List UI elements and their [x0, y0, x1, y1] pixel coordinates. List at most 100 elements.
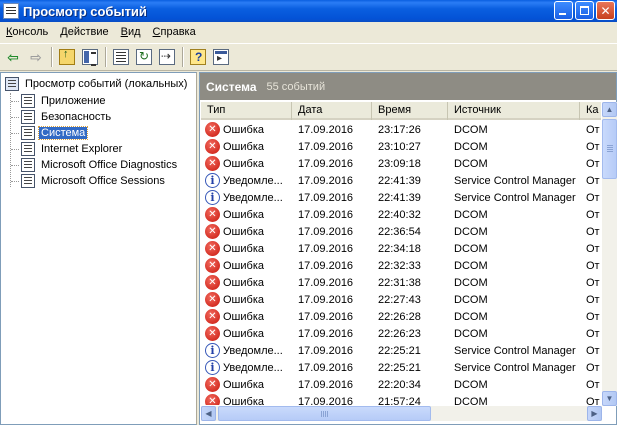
export-list-button[interactable]	[156, 46, 178, 68]
new-window-icon	[213, 49, 229, 65]
event-row[interactable]: Ошибка 17.09.2016 22:26:28 DCOM От	[201, 308, 601, 325]
chevron-down-icon: ▼	[605, 394, 614, 403]
menu-action[interactable]: Действие	[54, 22, 114, 42]
event-row[interactable]: Уведомле... 17.09.2016 22:41:39 Service Con…	[201, 172, 601, 189]
tree-root[interactable]: Просмотр событий (локальных)	[5, 76, 189, 92]
event-type-label: Ошибка	[223, 157, 264, 170]
event-row[interactable]: Ошибка 17.09.2016 22:40:32 DCOM От	[201, 206, 601, 223]
error-icon	[205, 224, 220, 239]
event-type-cell: Ошибка	[201, 326, 292, 341]
tree-item-application[interactable]: Приложение	[21, 93, 108, 109]
event-type-label: Уведомле...	[223, 361, 283, 374]
event-category-cell: От	[586, 378, 600, 391]
tree-item-office-diagnostics[interactable]: Microsoft Office Diagnostics	[21, 157, 179, 173]
tree-item-internet-explorer[interactable]: Internet Explorer	[21, 141, 124, 157]
tree-item-security[interactable]: Безопасность	[21, 109, 113, 125]
error-icon	[205, 241, 220, 256]
event-category-cell: От	[586, 225, 600, 238]
minimize-button[interactable]	[554, 1, 573, 20]
event-row[interactable]: Уведомле... 17.09.2016 22:25:21 Service Con…	[201, 342, 601, 359]
menu-console[interactable]: Консоль	[0, 22, 54, 42]
event-row[interactable]: Ошибка 17.09.2016 22:20:34 DCOM От	[201, 376, 601, 393]
properties-button[interactable]	[110, 46, 132, 68]
tree-item-system[interactable]: Система	[21, 125, 89, 141]
event-date-cell: 17.09.2016	[298, 157, 354, 170]
event-source-cell: DCOM	[454, 378, 488, 391]
new-window-button[interactable]	[210, 46, 232, 68]
menu-action-accel: Д	[60, 26, 68, 38]
event-time-cell: 22:25:21	[378, 344, 421, 357]
menu-help[interactable]: Справка	[147, 22, 202, 42]
event-row[interactable]: Ошибка 17.09.2016 22:31:38 DCOM От	[201, 274, 601, 291]
column-date[interactable]: Дата	[292, 102, 372, 120]
scroll-down-button[interactable]: ▼	[602, 391, 617, 406]
event-time-cell: 21:57:24	[378, 395, 421, 406]
error-icon	[205, 275, 220, 290]
event-row[interactable]: Ошибка 17.09.2016 23:17:26 DCOM От	[201, 121, 601, 138]
tree-root-label: Просмотр событий (локальных)	[25, 78, 188, 90]
event-row[interactable]: Ошибка 17.09.2016 23:10:27 DCOM От	[201, 138, 601, 155]
log-icon	[21, 158, 35, 172]
toolbar: ⇦ ⇨	[0, 43, 617, 71]
forward-button[interactable]: ⇨	[25, 46, 47, 68]
event-row[interactable]: Ошибка 17.09.2016 23:09:18 DCOM От	[201, 155, 601, 172]
horizontal-scrollbar[interactable]: ◀ ▶	[201, 406, 602, 421]
title-bar[interactable]: Просмотр событий ✕	[0, 0, 617, 22]
event-row[interactable]: Ошибка 17.09.2016 22:32:33 DCOM От	[201, 257, 601, 274]
event-type-label: Ошибка	[223, 242, 264, 255]
event-date-cell: 17.09.2016	[298, 225, 354, 238]
event-type-label: Ошибка	[223, 378, 264, 391]
event-type-cell: Ошибка	[201, 258, 292, 273]
event-row[interactable]: Ошибка 17.09.2016 22:26:23 DCOM От	[201, 325, 601, 342]
error-icon	[205, 377, 220, 392]
event-category-cell: От	[586, 191, 600, 204]
close-button[interactable]: ✕	[596, 1, 615, 20]
event-row[interactable]: Ошибка 17.09.2016 22:36:54 DCOM От	[201, 223, 601, 240]
show-hide-tree-button[interactable]	[79, 46, 101, 68]
event-type-cell: Ошибка	[201, 292, 292, 307]
horizontal-scroll-thumb[interactable]	[218, 406, 431, 421]
error-icon	[205, 122, 220, 137]
chevron-up-icon: ▲	[605, 105, 614, 114]
scroll-left-button[interactable]: ◀	[201, 406, 216, 421]
up-level-button[interactable]	[56, 46, 78, 68]
event-row[interactable]: Уведомле... 17.09.2016 22:25:21 Service Con…	[201, 359, 601, 376]
event-type-label: Уведомле...	[223, 191, 283, 204]
refresh-button[interactable]	[133, 46, 155, 68]
help-icon	[190, 49, 206, 65]
info-icon	[205, 343, 220, 358]
error-icon	[205, 207, 220, 222]
event-viewer-icon	[3, 3, 19, 19]
vertical-scrollbar[interactable]: ▲ ▼	[602, 102, 617, 406]
help-button[interactable]	[187, 46, 209, 68]
tree-connector	[11, 117, 19, 118]
column-category[interactable]: Ка	[580, 102, 601, 120]
vertical-scroll-thumb[interactable]	[602, 119, 617, 179]
event-source-cell: DCOM	[454, 310, 488, 323]
event-type-cell: Ошибка	[201, 156, 292, 171]
event-source-cell: DCOM	[454, 225, 488, 238]
properties-icon	[113, 49, 129, 65]
tree-item-office-sessions[interactable]: Microsoft Office Sessions	[21, 173, 167, 189]
menu-console-label: онсоль	[12, 26, 49, 38]
column-type[interactable]: Тип	[201, 102, 292, 120]
event-type-cell: Уведомле...	[201, 190, 292, 205]
chevron-left-icon: ◀	[205, 409, 212, 418]
maximize-button[interactable]	[575, 1, 594, 20]
minimize-icon	[559, 13, 566, 15]
event-category-cell: От	[586, 361, 600, 374]
column-time[interactable]: Время	[372, 102, 448, 120]
event-type-cell: Ошибка	[201, 122, 292, 137]
event-row[interactable]: Ошибка 17.09.2016 21:57:24 DCOM От	[201, 393, 601, 405]
event-row[interactable]: Уведомле... 17.09.2016 22:41:39 Service Con…	[201, 189, 601, 206]
event-row[interactable]: Ошибка 17.09.2016 22:27:43 DCOM От	[201, 291, 601, 308]
back-button[interactable]: ⇦	[2, 46, 24, 68]
scroll-right-button[interactable]: ▶	[587, 406, 602, 421]
menu-view[interactable]: Вид	[115, 22, 147, 42]
scroll-up-button[interactable]: ▲	[602, 102, 617, 117]
event-date-cell: 17.09.2016	[298, 344, 354, 357]
column-source[interactable]: Источник	[448, 102, 580, 120]
event-date-cell: 17.09.2016	[298, 259, 354, 272]
event-row[interactable]: Ошибка 17.09.2016 22:34:18 DCOM От	[201, 240, 601, 257]
panel-header: Система 55 событий	[200, 73, 616, 100]
